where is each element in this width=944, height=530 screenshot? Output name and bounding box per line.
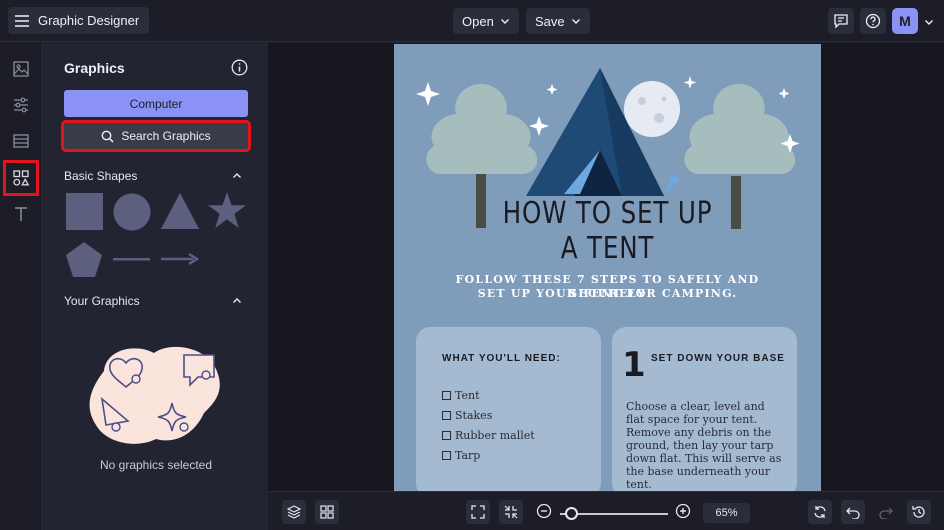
rail-item-text[interactable] [8,201,34,227]
feedback-button[interactable] [828,8,854,34]
your-graphics-heading[interactable]: Your Graphics [64,294,140,308]
needs-card[interactable]: WHAT YOU'LL NEED: Tent Stakes Rubber mal… [416,327,601,491]
bottom-bar: 65% [268,491,944,530]
graphics-panel: Graphics Computer Search Graphics Basic … [44,43,268,530]
history-icon [912,506,925,518]
shapes-icon [13,170,30,186]
help-icon [865,13,881,29]
chevron-down-icon [500,19,509,24]
app-title: Graphic Designer [38,13,140,28]
open-button[interactable]: Open [453,8,519,34]
app-window: Graphic Designer Open Save M Graphics Co… [0,0,944,530]
canvas-area: HOW TO SET UP A TENT FOLLOW THESE 7 STEP… [268,43,944,491]
undo-button[interactable] [841,500,865,524]
rail-item-images[interactable] [8,56,34,82]
search-graphics-label: Search Graphics [121,129,211,143]
info-icon[interactable] [231,59,248,76]
app-menu-button[interactable]: Graphic Designer [8,7,150,34]
search-graphics-button[interactable]: Search Graphics [61,120,251,152]
left-rail [0,43,43,530]
checklist-item: Tent [442,389,480,402]
rail-item-layout[interactable] [8,128,34,154]
layers-icon [287,505,301,519]
grid-view-button[interactable] [315,500,339,524]
step-heading: SET DOWN YOUR BASE [651,353,785,364]
poster-subtitle-line2[interactable]: SET UP YOUR TENT FOR CAMPING. [424,287,791,301]
needs-heading: WHAT YOU'LL NEED: [442,353,561,364]
step-text: Choose a clear, level and flat space for… [626,400,782,491]
checklist-item: Tarp [442,449,480,462]
zoom-out-icon [536,503,552,519]
expand-icon [471,505,485,519]
poster-title-line2[interactable]: A TENT [432,231,782,266]
star-shape[interactable] [208,192,246,229]
sliders-icon [14,97,28,113]
checklist-item: Rubber mallet [442,429,535,442]
zoom-level[interactable]: 65% [703,503,750,523]
redo-button[interactable] [874,500,898,524]
checklist-item-label: Tarp [455,449,481,462]
save-button[interactable]: Save [526,8,590,34]
chevron-down-icon [571,19,580,24]
poster-canvas[interactable]: HOW TO SET UP A TENT FOLLOW THESE 7 STEP… [394,44,821,491]
arrow-shape[interactable] [161,252,199,266]
empty-graphics-illustration [89,346,220,444]
chevron-up-icon[interactable] [232,171,242,181]
checkbox-icon [442,451,451,460]
hamburger-icon [15,14,29,27]
avatar[interactable]: M [892,8,918,34]
image-icon [13,61,29,77]
checklist-item-label: Tent [455,389,480,402]
zoom-slider-handle[interactable] [564,507,578,520]
rail-item-graphics[interactable] [3,160,39,196]
fit-screen-button[interactable] [466,500,490,524]
redo-icon [879,507,893,519]
triangle-shape[interactable] [161,193,199,229]
zoom-in-button[interactable] [674,502,692,520]
grid-icon [320,505,334,519]
search-icon [101,130,114,143]
save-label: Save [535,13,565,29]
square-shape[interactable] [66,193,103,230]
upload-computer-button[interactable]: Computer [64,90,248,117]
empty-graphics-text: No graphics selected [99,458,213,472]
checkbox-icon [442,391,451,400]
history-button[interactable] [907,500,931,524]
basic-shapes-heading[interactable]: Basic Shapes [64,169,137,183]
open-label: Open [462,13,494,29]
poster-title-line1[interactable]: HOW TO SET UP [432,196,782,231]
step-card[interactable]: 1 SET DOWN YOUR BASE Choose a clear, lev… [612,327,797,491]
text-icon [15,207,27,221]
line-shape[interactable] [113,257,151,261]
refresh-icon [814,506,826,518]
checklist-item-label: Rubber mallet [455,429,535,442]
circle-shape[interactable] [113,193,151,231]
layout-icon [13,134,29,148]
top-bar: Graphic Designer Open Save M [0,0,944,42]
zoom-out-button[interactable] [535,502,553,520]
checklist-item-label: Stakes [455,409,493,422]
checkbox-icon [442,431,451,440]
checklist-item: Stakes [442,409,492,422]
layers-button[interactable] [282,500,306,524]
undo-icon [846,507,860,519]
shrink-button[interactable] [499,500,523,524]
step-number: 1 [622,345,646,385]
help-button[interactable] [860,8,886,34]
checkbox-icon [442,411,451,420]
chat-icon [834,14,848,29]
refresh-button[interactable] [808,500,832,524]
account-chevron-icon[interactable] [924,17,934,27]
pentagon-shape[interactable] [66,242,102,277]
panel-title: Graphics [64,60,125,76]
chevron-up-icon[interactable] [232,296,242,306]
collapse-icon [504,505,518,519]
zoom-in-icon [675,503,691,519]
rail-item-adjust[interactable] [8,92,34,118]
